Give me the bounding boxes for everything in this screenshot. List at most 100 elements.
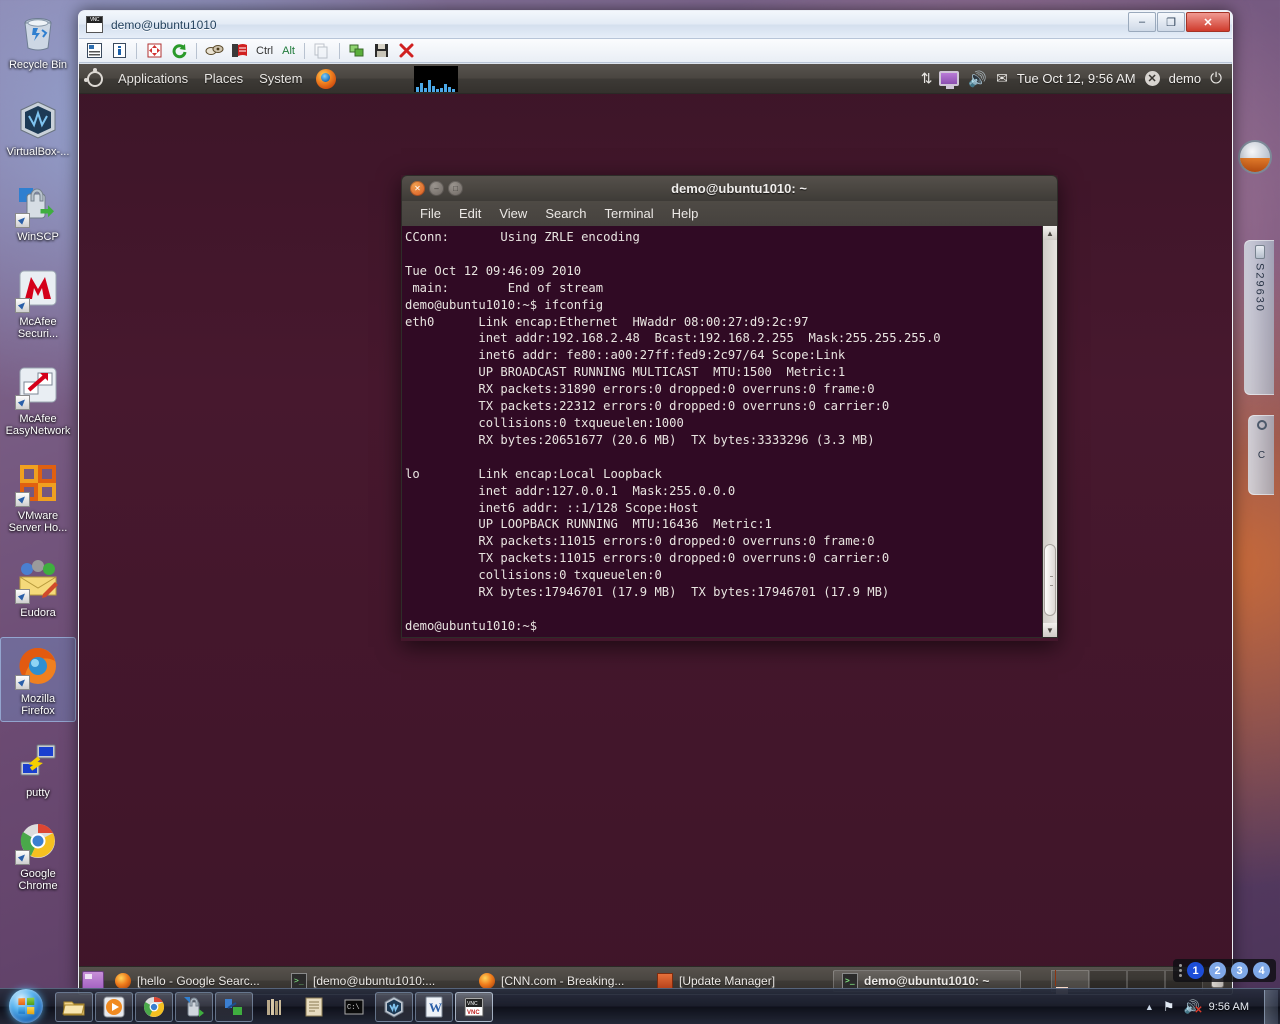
taskbar-vnc-viewer[interactable]: VNCVNC [455,992,493,1022]
terminal-menu-edit[interactable]: Edit [451,203,489,224]
vnc-titlebar[interactable]: VNC demo@ubuntu1010 – ❐ ✕ [79,11,1232,39]
send-keys-button[interactable] [203,41,225,61]
ctrl-key-toggle[interactable]: Ctrl [253,45,276,57]
ctrl-alt-del-button[interactable] [228,41,250,61]
user-name-label[interactable]: demo [1169,71,1202,86]
desktop-icon-mcafee-security[interactable]: McAfee Securi... [0,261,76,344]
taskbar-winscp-session[interactable] [215,992,253,1022]
pager-item-4[interactable]: 4 [1253,962,1270,979]
system-monitor-applet[interactable] [414,66,458,92]
scroll-down-arrow[interactable]: ▼ [1043,623,1057,637]
terminal-maximize-button[interactable]: □ [448,181,463,196]
desktop-icon-mozilla-firefox[interactable]: Mozilla Firefox [0,637,76,722]
connection-info-button[interactable] [108,41,130,61]
display-icon[interactable] [939,71,959,86]
pager-item-1[interactable]: 1 [1187,962,1204,979]
vnc-viewer-window[interactable]: VNC demo@ubuntu1010 – ❐ ✕ Ctrl Alt [78,10,1233,995]
desktop-icon-winscp[interactable]: WinSCP [0,176,76,247]
clock-gadget[interactable] [1238,140,1272,174]
terminal-close-button[interactable]: ✕ [410,181,425,196]
desktop-icon-label: Google Chrome [2,868,74,892]
taskbar-command-prompt[interactable]: C:\ [335,992,373,1022]
refresh-button[interactable] [168,41,190,61]
terminal-menu-help[interactable]: Help [664,203,707,224]
clipboard-button[interactable] [311,41,333,61]
network-icon[interactable]: ⇅ [921,70,931,87]
taskbar-notes[interactable] [295,992,333,1022]
show-desktop-strip[interactable] [1264,990,1278,1024]
pager-item-2[interactable]: 2 [1209,962,1226,979]
fullscreen-button[interactable] [143,41,165,61]
mail-icon[interactable]: ✉ [996,70,1008,87]
power-icon[interactable]: ⏻ [1210,70,1222,87]
window-label: [demo@ubuntu1010:... [313,974,435,988]
terminal-menu-search[interactable]: Search [537,203,594,224]
gnome-menu-places[interactable]: Places [196,67,251,90]
show-hidden-icons-button[interactable]: ▲ [1145,1002,1154,1012]
start-orb-button[interactable] [1,987,51,1024]
gnome-menu-applications[interactable]: Applications [110,67,196,90]
misc-gadget[interactable]: C [1248,415,1274,495]
window-label: [hello - Google Searc... [137,974,260,988]
scrollbar-thumb[interactable] [1044,544,1056,616]
terminal-minimize-button[interactable]: – [429,181,444,196]
winscp-icon [15,182,61,228]
taskbar-library[interactable] [255,992,293,1022]
cpu-meter-gadget[interactable]: S29630 [1244,240,1274,395]
desktop-icon-putty[interactable]: putty [0,732,76,803]
taskbar-google-chrome[interactable] [135,992,173,1022]
firefox-launcher-icon[interactable] [316,69,336,89]
options-button[interactable] [83,41,105,61]
volume-icon[interactable]: 🔊 [968,70,987,88]
terminal-output[interactable]: CConn: Using ZRLE encoding Tue Oct 12 09… [402,226,1042,637]
windows-system-tray: ▲ ⚑ 🔊 ✕ 9:56 AM [1145,990,1280,1024]
terminal-menu-terminal[interactable]: Terminal [597,203,662,224]
virtual-desktop-pager[interactable]: 1 2 3 4 [1173,959,1276,982]
terminal-titlebar[interactable]: ✕ – □ demo@ubuntu1010: ~ [401,175,1058,201]
scroll-up-arrow[interactable]: ▲ [1043,226,1057,240]
alt-key-toggle[interactable]: Alt [279,45,298,57]
taskbar-winscp[interactable] [175,992,213,1022]
gnome-menu-system[interactable]: System [251,67,310,90]
taskbar-pinned-items: C:\ W VNCVNC [55,992,493,1022]
ubuntu-logo-icon [87,71,103,87]
putty-icon [15,738,61,784]
desktop-icon-vmware-server-home[interactable]: VMware Server Ho... [0,455,76,538]
taskbar-virtualbox[interactable] [375,992,413,1022]
terminal-menu-view[interactable]: View [491,203,535,224]
taskbar-windows-explorer[interactable] [55,992,93,1022]
command-prompt-icon: C:\ [342,995,366,1019]
restore-button[interactable]: ❐ [1157,12,1185,32]
terminal-menu-file[interactable]: File [412,203,449,224]
pager-grip-icon[interactable] [1179,964,1182,977]
desktop-icon-eudora[interactable]: Eudora [0,552,76,623]
firefox-icon [479,973,495,989]
desktop-icon-google-chrome[interactable]: Google Chrome [0,813,76,896]
terminal-body[interactable]: CConn: Using ZRLE encoding Tue Oct 12 09… [401,226,1058,638]
desktop-icon-label: WinSCP [2,231,74,243]
desktop-icon-recycle-bin[interactable]: Recycle Bin [0,4,76,75]
taskbar-microsoft-word[interactable]: W [415,992,453,1022]
volume-muted-icon[interactable]: 🔊 ✕ [1183,999,1199,1015]
desktop-icon-label: putty [2,787,74,799]
pager-item-3[interactable]: 3 [1231,962,1248,979]
sidebar-gadgets: S29630 C [1236,140,1280,500]
gnome-terminal-window[interactable]: ✕ – □ demo@ubuntu1010: ~ File Edit View … [401,175,1058,641]
action-center-flag-icon[interactable]: ⚑ [1163,999,1175,1015]
desktop-icon-virtualbox[interactable]: VirtualBox-... [0,91,76,162]
user-status-icon[interactable]: ✕ [1145,71,1160,86]
disconnect-button[interactable] [396,41,418,61]
remote-ubuntu-desktop[interactable]: Applications Places System ⇅ 🔊 ✉ [79,64,1232,994]
save-button[interactable] [371,41,393,61]
windows-clock[interactable]: 9:56 AM [1209,1001,1249,1013]
minimize-button[interactable]: – [1128,12,1156,32]
terminal-scrollbar[interactable]: ▲ ▼ [1042,226,1057,637]
virtualbox-icon [382,995,406,1019]
file-transfer-button[interactable] [346,41,368,61]
gnome-clock[interactable]: Tue Oct 12, 9:56 AM [1017,71,1136,86]
toolbar-separator [136,43,137,59]
close-button[interactable]: ✕ [1186,12,1230,32]
desktop-icon-mcafee-easynetwork[interactable]: McAfee EasyNetwork [0,358,76,441]
vnc-toolbar: Ctrl Alt [79,39,1232,63]
taskbar-media-player[interactable] [95,992,133,1022]
